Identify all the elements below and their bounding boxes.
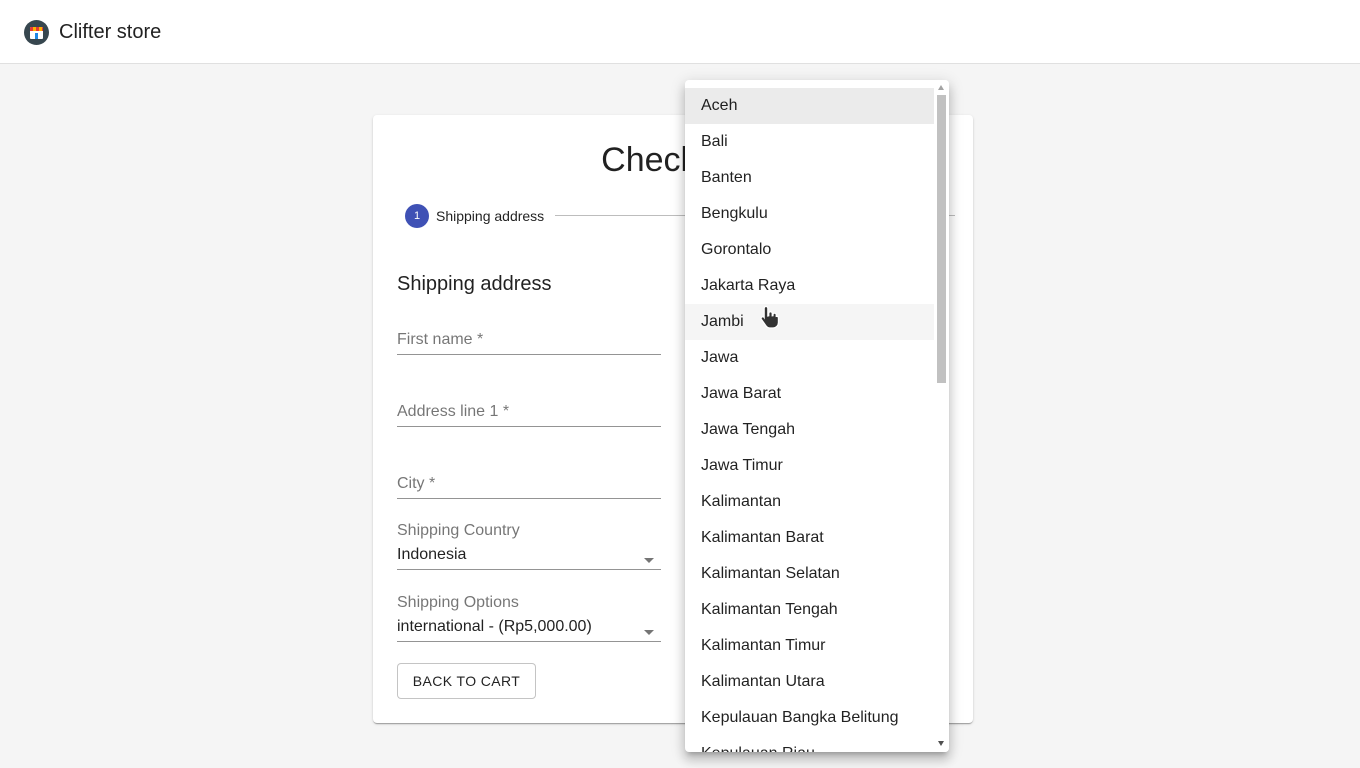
address-line1-underline: [397, 426, 661, 427]
store-icon[interactable]: [24, 20, 49, 45]
subdivision-option[interactable]: Jawa Tengah: [685, 412, 934, 448]
scroll-thumb[interactable]: [937, 95, 946, 383]
subdivision-option[interactable]: Kalimantan Selatan: [685, 556, 934, 592]
app-bar: Clifter store: [0, 0, 1360, 64]
subdivision-option[interactable]: Jakarta Raya: [685, 268, 934, 304]
step-number-icon: 1: [405, 204, 429, 228]
step-label-shipping: Shipping address: [436, 208, 545, 224]
subdivision-option[interactable]: Kalimantan Barat: [685, 520, 934, 556]
subdivision-option[interactable]: Kalimantan Timur: [685, 628, 934, 664]
subdivision-option[interactable]: Banten: [685, 160, 934, 196]
subdivision-option[interactable]: Bengkulu: [685, 196, 934, 232]
shipping-country-underline: [397, 569, 661, 570]
shipping-country-value: Indonesia: [397, 546, 467, 563]
scroll-up-arrow-icon[interactable]: [938, 85, 944, 90]
shipping-options-value: international - (Rp5,000.00): [397, 618, 592, 635]
shipping-country-select[interactable]: Shipping Country Indonesia: [397, 522, 661, 578]
address-line1-field[interactable]: Address line 1 *: [397, 395, 661, 427]
subdivision-dropdown-menu[interactable]: Aceh Bali Banten Bengkulu Gorontalo Jakarta R…: [685, 80, 949, 752]
chevron-down-icon[interactable]: [644, 558, 654, 563]
chevron-down-icon[interactable]: [644, 630, 654, 635]
address-line1-label: Address line 1 *: [397, 403, 510, 420]
first-name-underline: [397, 354, 661, 355]
city-field[interactable]: City *: [397, 467, 661, 499]
subdivision-option[interactable]: Gorontalo: [685, 232, 934, 268]
brand-name[interactable]: Clifter store: [59, 20, 161, 44]
subdivision-option[interactable]: Kepulauan Bangka Belitung: [685, 700, 934, 736]
scroll-down-arrow-icon[interactable]: [938, 741, 944, 746]
subdivision-option[interactable]: Jawa: [685, 340, 934, 376]
subdivision-option[interactable]: Jawa Timur: [685, 448, 934, 484]
subdivision-option[interactable]: Jambi: [685, 304, 934, 340]
shipping-options-underline: [397, 641, 661, 642]
subdivision-option-list: Aceh Bali Banten Bengkulu Gorontalo Jakarta R…: [685, 88, 934, 752]
subdivision-option[interactable]: Aceh: [685, 88, 934, 124]
shipping-options-label: Shipping Options: [397, 594, 519, 611]
subdivision-option[interactable]: Jawa Barat: [685, 376, 934, 412]
subdivision-option[interactable]: Kalimantan: [685, 484, 934, 520]
city-underline: [397, 498, 661, 499]
section-title: Shipping address: [397, 273, 552, 295]
city-label: City *: [397, 475, 436, 492]
first-name-label: First name *: [397, 331, 484, 348]
subdivision-option[interactable]: Kalimantan Utara: [685, 664, 934, 700]
shipping-country-label: Shipping Country: [397, 522, 520, 539]
shipping-options-select[interactable]: Shipping Options international - (Rp5,00…: [397, 594, 661, 650]
subdivision-option[interactable]: Kalimantan Tengah: [685, 592, 934, 628]
subdivision-option[interactable]: Kepulauan Riau: [685, 736, 934, 752]
first-name-field[interactable]: First name *: [397, 323, 661, 355]
subdivision-option[interactable]: Bali: [685, 124, 934, 160]
back-to-cart-button[interactable]: Back to cart: [397, 663, 536, 699]
menu-scrollbar[interactable]: [934, 80, 949, 752]
